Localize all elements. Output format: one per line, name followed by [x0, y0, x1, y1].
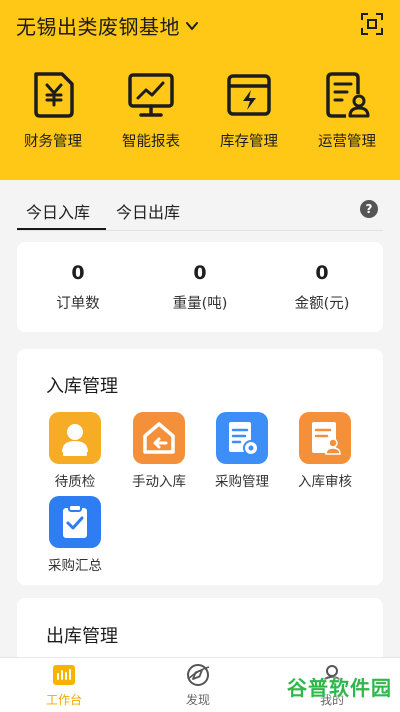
header-bar: 无锡出类废钢基地 财务管理 智能报表 库存管理 运营管理	[0, 0, 400, 180]
inventory-management-button[interactable]: 库存管理	[204, 70, 294, 151]
home-arrow-icon	[133, 412, 185, 464]
tab-today-inbound[interactable]: 今日入库	[26, 199, 90, 223]
manual-inbound-button[interactable]: 手动入库	[117, 412, 201, 490]
nav-workbench[interactable]: 工作台	[24, 662, 104, 708]
inbound-audit-button[interactable]: 入库审核	[283, 412, 367, 490]
grid-item-label: 入库审核	[298, 474, 352, 490]
site-selector[interactable]: 无锡出类废钢基地	[16, 11, 200, 40]
workbench-icon	[53, 665, 75, 685]
help-icon[interactable]: ?	[360, 200, 378, 218]
today-tabs: 今日入库 今日出库 ?	[0, 180, 400, 232]
inbound-management-card: 入库管理 待质检 手动入库 采购管理 入库审核 采购汇总	[17, 349, 383, 585]
nav-discover[interactable]: 发现	[158, 662, 238, 708]
stat-weight: 0 重量(吨)	[139, 262, 261, 313]
section-title: 出库管理	[46, 626, 118, 647]
grid-item-label: 采购汇总	[48, 558, 102, 574]
watermark-text: 谷普软件园	[287, 676, 392, 700]
stat-amount: 0 金额(元)	[261, 262, 383, 313]
quick-actions: 财务管理 智能报表 库存管理 运营管理	[0, 70, 400, 160]
stat-label: 订单数	[56, 296, 100, 312]
stat-value: 0	[193, 262, 207, 284]
grid-item-label: 待质检	[54, 474, 96, 490]
grid-item-label: 采购管理	[215, 474, 269, 490]
nav-label: 发现	[185, 693, 210, 707]
stat-value: 0	[315, 262, 329, 284]
stat-label: 重量(吨)	[172, 296, 228, 312]
stat-value: 0	[71, 262, 85, 284]
stats-card: 0 订单数 0 重量(吨) 0 金额(元)	[17, 242, 383, 332]
operations-management-button[interactable]: 运营管理	[302, 70, 392, 151]
finance-management-button[interactable]: 财务管理	[8, 70, 98, 151]
stat-label: 金额(元)	[294, 296, 350, 312]
chevron-down-icon	[186, 21, 198, 30]
quick-action-label: 库存管理	[220, 134, 278, 150]
nav-label: 工作台	[45, 693, 82, 707]
purchase-doc-icon	[216, 412, 268, 464]
quick-action-label: 运营管理	[318, 134, 376, 150]
smart-report-button[interactable]: 智能报表	[106, 70, 196, 151]
battery-bolt-icon	[227, 74, 271, 116]
site-title-text: 无锡出类废钢基地	[16, 15, 180, 39]
stat-order-count: 0 订单数	[17, 262, 139, 313]
yen-document-icon	[34, 72, 74, 118]
scan-icon[interactable]	[360, 12, 384, 36]
monitor-chart-icon	[128, 73, 174, 117]
compass-icon	[187, 664, 210, 686]
quick-action-label: 智能报表	[122, 134, 180, 150]
grid-item-label: 手动入库	[132, 474, 186, 490]
audit-doc-icon	[299, 412, 351, 464]
purchase-summary-button[interactable]: 采购汇总	[33, 496, 117, 574]
clipboard-check-icon	[49, 496, 101, 548]
inspector-icon	[49, 412, 101, 464]
quick-action-label: 财务管理	[24, 134, 82, 150]
purchase-management-button[interactable]: 采购管理	[200, 412, 284, 490]
tab-today-outbound[interactable]: 今日出库	[116, 199, 180, 223]
user-document-icon	[326, 72, 370, 118]
section-title: 入库管理	[46, 376, 118, 397]
tab-divider	[17, 230, 383, 231]
pending-inspection-button[interactable]: 待质检	[33, 412, 117, 490]
